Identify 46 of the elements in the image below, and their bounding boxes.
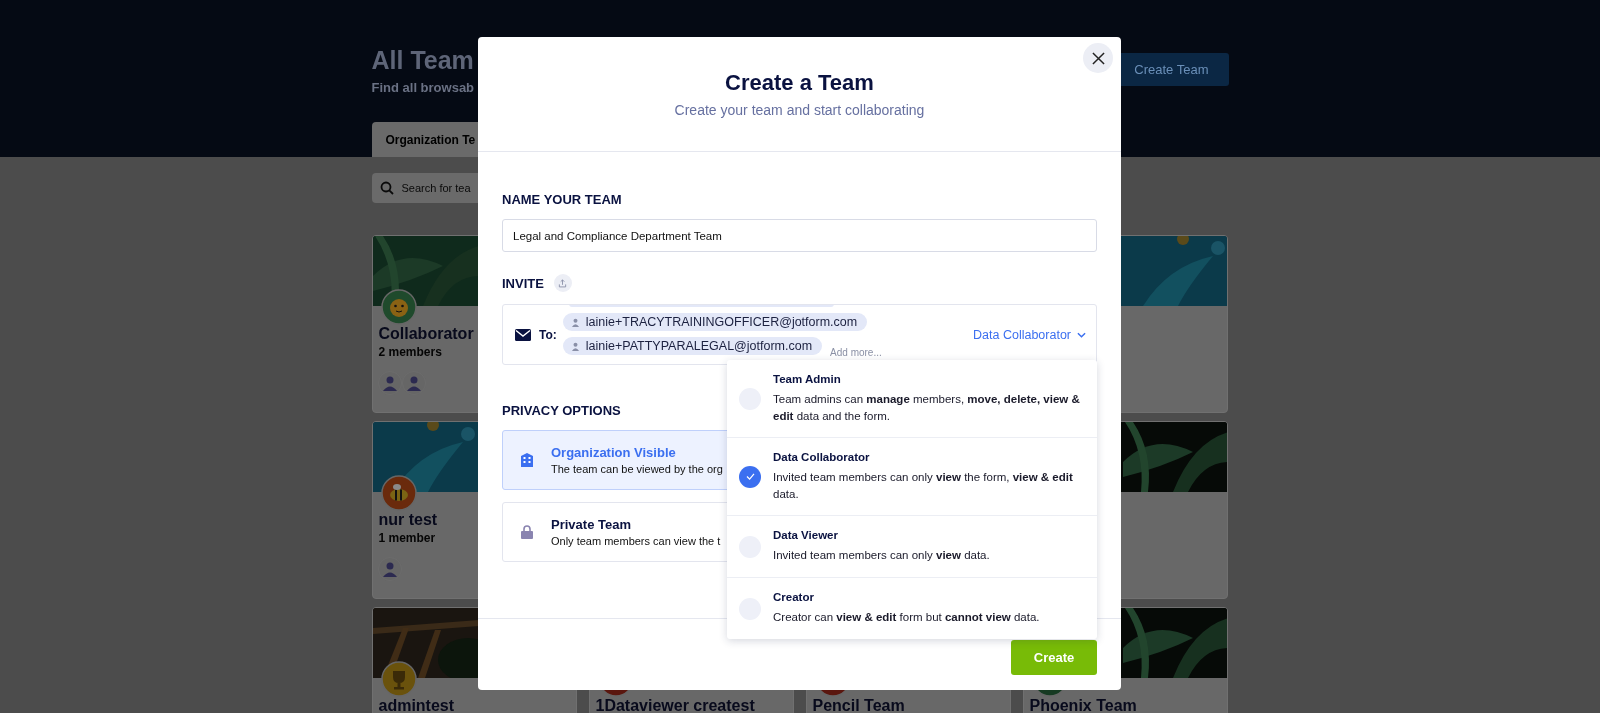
upload-icon — [558, 278, 568, 288]
team-name-field[interactable]: Legal and Compliance Department Team — [502, 219, 1097, 252]
radio-button[interactable] — [739, 465, 761, 488]
person-icon — [570, 317, 580, 327]
team-name: Pencil Team — [812, 697, 905, 713]
building-icon — [521, 453, 533, 467]
lock-icon — [521, 525, 533, 539]
team-name: Phoenix Team — [1029, 697, 1137, 713]
team-name: 1Dataviewer createst — [595, 697, 755, 713]
upload-button[interactable] — [553, 274, 572, 292]
person-icon — [570, 341, 580, 351]
page-subtitle: Find all browsab — [371, 80, 475, 95]
role-description: Invited team members can only view the form, view & edit data. — [773, 470, 1074, 502]
create-button[interactable]: Create — [1011, 640, 1097, 675]
member-count: 1 member — [378, 531, 436, 545]
role-option[interactable]: Creator Creator can view & edit form but cannot view data. — [727, 577, 1097, 639]
team-name: nur test — [378, 511, 438, 529]
close-button[interactable] — [1083, 43, 1113, 73]
member-count: 2 members — [378, 345, 442, 359]
to-label: To: — [539, 327, 557, 342]
chevron-down-icon — [1077, 331, 1086, 338]
dialog-title: Create a Team — [724, 70, 875, 96]
close-icon — [1091, 51, 1105, 65]
page-title: All Team — [371, 46, 474, 75]
role-title: Creator — [773, 591, 815, 604]
role-description: Invited team members can only view data. — [773, 548, 990, 564]
dialog-subtitle: Create your team and start collaborating — [673, 102, 926, 118]
check-icon — [745, 473, 755, 480]
role-dropdown[interactable]: Data Collaborator — [973, 327, 1086, 342]
trophy-avatar-icon — [380, 661, 417, 697]
role-option[interactable]: Data Collaborator Invited team members can only view the form, view & edit data. — [727, 437, 1097, 515]
team-name: Collaborator — [378, 325, 474, 343]
team-name: admintest — [378, 697, 455, 713]
add-more-placeholder[interactable]: Add more... — [830, 347, 882, 358]
search-icon — [379, 181, 394, 195]
email-chip[interactable]: lainie+TRACYTRAININGOFFICER@jotform.com — [562, 313, 868, 331]
role-option[interactable]: Data Viewer Invited team members can only view data. — [727, 515, 1097, 577]
mail-icon — [515, 328, 531, 341]
bee-avatar-icon — [380, 475, 417, 511]
role-description: Team admins can manage members, move, delete, view & edit data and the form. — [773, 392, 1081, 424]
role-title: Data Viewer — [773, 529, 839, 542]
role-title: Team Admin — [773, 373, 842, 386]
section-label: INVITE — [502, 275, 544, 291]
email-chip[interactable]: lainie+PATTYPARALEGAL@jotform.com — [562, 337, 823, 355]
role-title: Data Collaborator — [773, 451, 871, 464]
tiger-avatar-icon — [380, 289, 417, 325]
